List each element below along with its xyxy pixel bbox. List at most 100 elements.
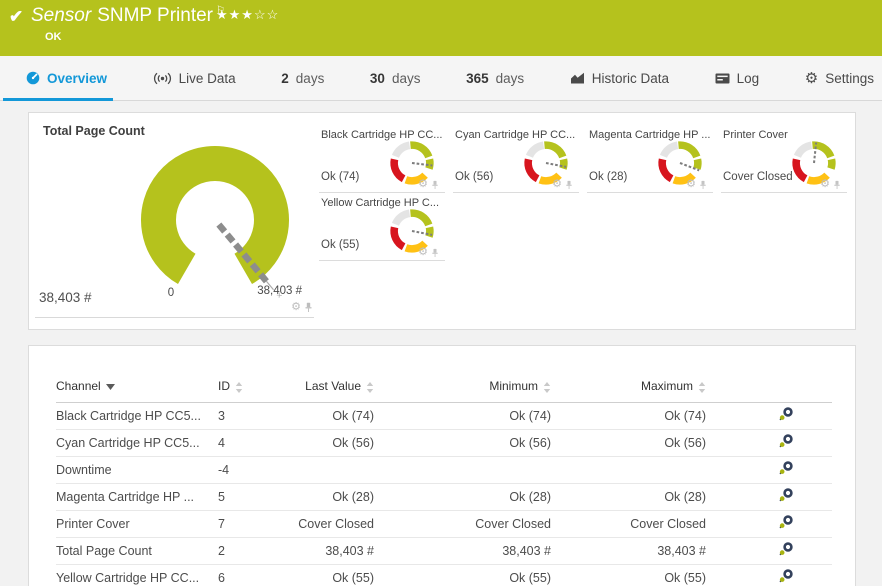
channel-settings-icon[interactable]: [778, 488, 794, 502]
live-data-icon: [153, 72, 172, 85]
table-row[interactable]: Cyan Cartridge HP CC5... 4 Ok (56) Ok (5…: [56, 429, 832, 456]
tab-bar: Overview Live Data 2 days 30 days 365 da…: [0, 56, 882, 101]
log-icon: [715, 73, 730, 84]
cell-divider: [35, 317, 314, 318]
gauges-panel: Total Page Count × 0 38,403 # 38,403 # ⚙: [28, 112, 856, 330]
mini-gauge-cell[interactable]: Printer Cover Cover Closed ⚙: [721, 125, 847, 193]
channel-last-value: Ok (28): [294, 483, 374, 510]
mini-gauge-title: Printer Cover: [723, 129, 788, 141]
channel-name[interactable]: Cyan Cartridge HP CC5...: [56, 429, 218, 456]
tab-365-days[interactable]: 365 days: [466, 56, 524, 101]
channels-table-body: Black Cartridge HP CC5... 3 Ok (74) Ok (…: [56, 402, 832, 586]
pin-icon[interactable]: [431, 248, 439, 258]
channel-minimum: Ok (55): [374, 564, 551, 586]
sensor-header: ✔ SensorSNMP Printer⚐ ★★★☆☆ OK: [0, 0, 882, 56]
channel-id: 7: [218, 510, 294, 537]
table-row[interactable]: Total Page Count 2 38,403 # 38,403 # 38,…: [56, 537, 832, 564]
status-badge: OK: [45, 31, 62, 43]
mini-gauge-cell[interactable]: Yellow Cartridge HP C... Ok (55) ⚙: [319, 193, 445, 261]
channel-settings-icon[interactable]: [778, 461, 794, 475]
tab-number: 2: [281, 71, 289, 86]
table-row[interactable]: Yellow Cartridge HP CC... 6 Ok (55) Ok (…: [56, 564, 832, 586]
sensor-name: SNMP Printer: [97, 5, 213, 26]
gauge-settings-gear-icon[interactable]: ⚙: [820, 179, 830, 190]
channel-maximum: Ok (74): [551, 402, 706, 429]
col-header-channel[interactable]: Channel: [56, 371, 218, 402]
channel-last-value: Ok (55): [294, 564, 374, 586]
tab-historic-data[interactable]: Historic Data: [570, 56, 669, 101]
gauge-scale-max: 38,403 #: [257, 285, 302, 297]
pin-icon[interactable]: [699, 180, 707, 190]
mini-gauge-cell[interactable]: Cyan Cartridge HP CC... Ok (56) ⚙: [453, 125, 579, 193]
channel-last-value: Ok (56): [294, 429, 374, 456]
channel-name[interactable]: Printer Cover: [56, 510, 218, 537]
table-row[interactable]: Downtime -4: [56, 456, 832, 483]
channel-settings-icon[interactable]: [778, 434, 794, 448]
channel-maximum: Ok (56): [551, 429, 706, 456]
tab-label: days: [392, 71, 421, 86]
gauge-settings-gear-icon[interactable]: ⚙: [291, 302, 301, 313]
tab-settings[interactable]: ⚙ Settings: [805, 56, 874, 101]
pin-icon[interactable]: [431, 180, 439, 190]
channel-maximum: Ok (55): [551, 564, 706, 586]
tab-30-days[interactable]: 30 days: [370, 56, 421, 101]
tab-number: 365: [466, 71, 489, 86]
mini-gauge-value: Cover Closed: [723, 171, 793, 183]
tab-label: Historic Data: [592, 71, 669, 86]
gear-icon: ⚙: [805, 71, 818, 86]
channel-name[interactable]: Magenta Cartridge HP ...: [56, 483, 218, 510]
primary-gauge-cell: Total Page Count × 0 38,403 # 38,403 # ⚙: [29, 113, 319, 329]
mini-gauge-cell[interactable]: Magenta Cartridge HP ... Ok (28) ⚙: [587, 125, 713, 193]
channel-id: 5: [218, 483, 294, 510]
col-header-minimum[interactable]: Minimum: [374, 371, 551, 402]
tab-label: Live Data: [179, 71, 236, 86]
table-row[interactable]: Magenta Cartridge HP ... 5 Ok (28) Ok (2…: [56, 483, 832, 510]
channel-name[interactable]: Yellow Cartridge HP CC...: [56, 564, 218, 586]
channel-settings-icon[interactable]: [778, 407, 794, 421]
channel-name[interactable]: Downtime: [56, 456, 218, 483]
channel-id: 4: [218, 429, 294, 456]
channel-last-value: Ok (74): [294, 402, 374, 429]
channels-panel: Channel ID Last Value Minimum Maximum Bl…: [28, 345, 856, 586]
channels-table: Channel ID Last Value Minimum Maximum Bl…: [56, 371, 832, 586]
tab-2-days[interactable]: 2 days: [281, 56, 324, 101]
tab-label: Log: [737, 71, 760, 86]
sort-icon: [235, 382, 243, 393]
channel-settings-icon[interactable]: [778, 515, 794, 529]
tab-label: days: [496, 71, 525, 86]
priority-stars[interactable]: ★★★☆☆: [216, 7, 279, 23]
col-header-id[interactable]: ID: [218, 371, 294, 402]
pin-icon[interactable]: [833, 180, 841, 190]
table-row[interactable]: Black Cartridge HP CC5... 3 Ok (74) Ok (…: [56, 402, 832, 429]
object-type-label: Sensor: [31, 5, 91, 26]
channel-minimum: Ok (56): [374, 429, 551, 456]
channel-settings-icon[interactable]: [778, 542, 794, 556]
chart-icon: [570, 72, 585, 84]
channel-minimum: 38,403 #: [374, 537, 551, 564]
gauge-settings-gear-icon[interactable]: ⚙: [686, 179, 696, 190]
tab-live-data[interactable]: Live Data: [153, 56, 236, 101]
gauge-settings-gear-icon[interactable]: ⚙: [418, 247, 428, 258]
gauge-scale-min: 0: [159, 287, 183, 299]
col-header-last-value[interactable]: Last Value: [294, 371, 374, 402]
col-header-actions: [706, 371, 832, 402]
channel-last-value: [294, 456, 374, 483]
table-row[interactable]: Printer Cover 7 Cover Closed Cover Close…: [56, 510, 832, 537]
gauge-settings-gear-icon[interactable]: ⚙: [418, 179, 428, 190]
channel-last-value: 38,403 #: [294, 537, 374, 564]
page-title: SensorSNMP Printer⚐: [31, 5, 225, 27]
channel-name[interactable]: Total Page Count: [56, 537, 218, 564]
mini-gauge-cell[interactable]: Black Cartridge HP CC... Ok (74) ⚙: [319, 125, 445, 193]
channel-settings-icon[interactable]: [778, 569, 794, 583]
channel-name[interactable]: Black Cartridge HP CC5...: [56, 402, 218, 429]
channel-id: 3: [218, 402, 294, 429]
tab-overview[interactable]: Overview: [26, 56, 107, 101]
col-header-maximum[interactable]: Maximum: [551, 371, 706, 402]
tab-log[interactable]: Log: [715, 56, 760, 101]
tab-label: days: [296, 71, 325, 86]
tab-number: 30: [370, 71, 385, 86]
pin-icon[interactable]: [304, 302, 313, 313]
gauge-settings-gear-icon[interactable]: ⚙: [552, 179, 562, 190]
sort-icon: [698, 382, 706, 393]
pin-icon[interactable]: [565, 180, 573, 190]
